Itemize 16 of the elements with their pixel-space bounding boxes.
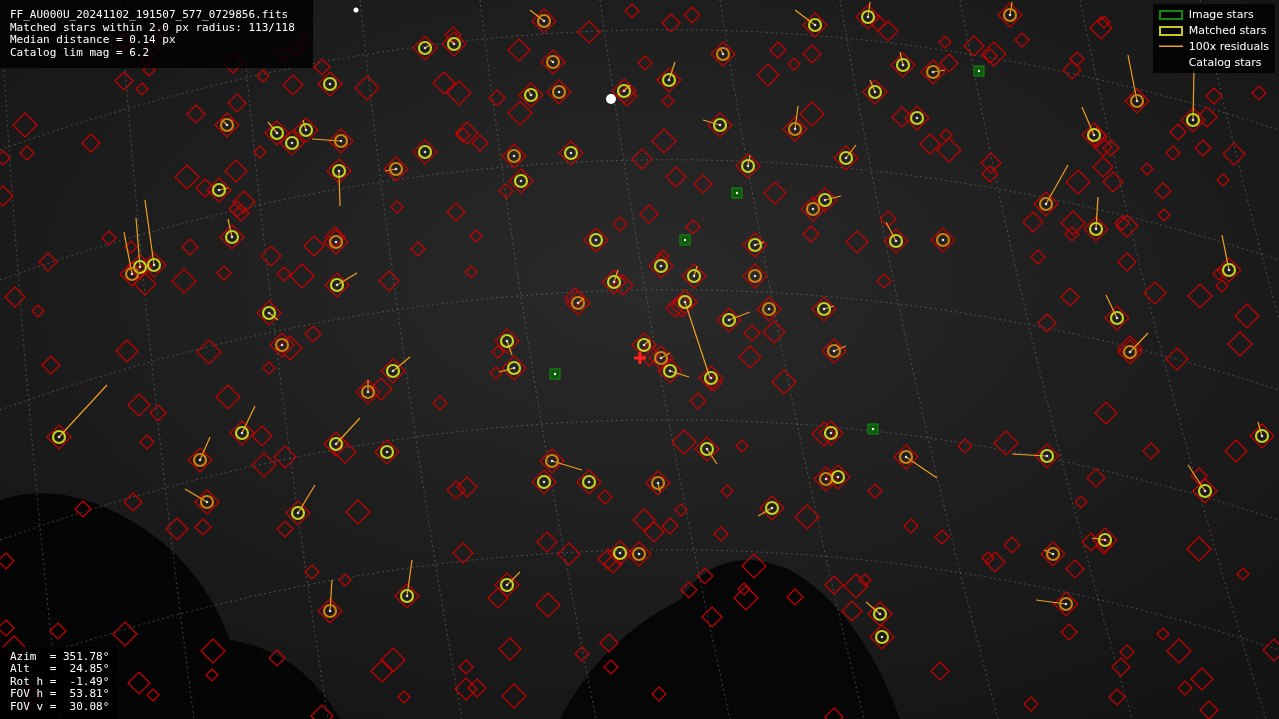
legend-label: 100x residuals	[1188, 40, 1269, 53]
legend-label: Catalog stars	[1188, 56, 1262, 69]
info-text: Catalog lim mag = 6.2	[10, 46, 151, 59]
image-star-rectangle-icon	[1158, 9, 1183, 20]
info-text: Median distance = 0.14 px	[10, 34, 177, 47]
rectangle-icon	[1158, 25, 1183, 36]
pointing-text: FOV v = 30.08°	[10, 700, 110, 713]
line-icon	[1158, 45, 1183, 48]
info-text: Matched stars within 2.0 px radius: 113/118	[10, 21, 295, 34]
info-text: FF_AU000U_20241102_191507_577_0729856.fits	[10, 9, 290, 22]
pointing-text: FOV h = 53.81°	[10, 688, 110, 701]
legend-label: Matched stars	[1188, 24, 1267, 37]
legend-label: Image stars	[1188, 8, 1254, 21]
pointing-text: Alt = 24.85°	[10, 663, 110, 676]
pointing-text: Azim = 351.78°	[10, 650, 110, 663]
pointing-text: Rot h = -1.49°	[10, 675, 110, 688]
